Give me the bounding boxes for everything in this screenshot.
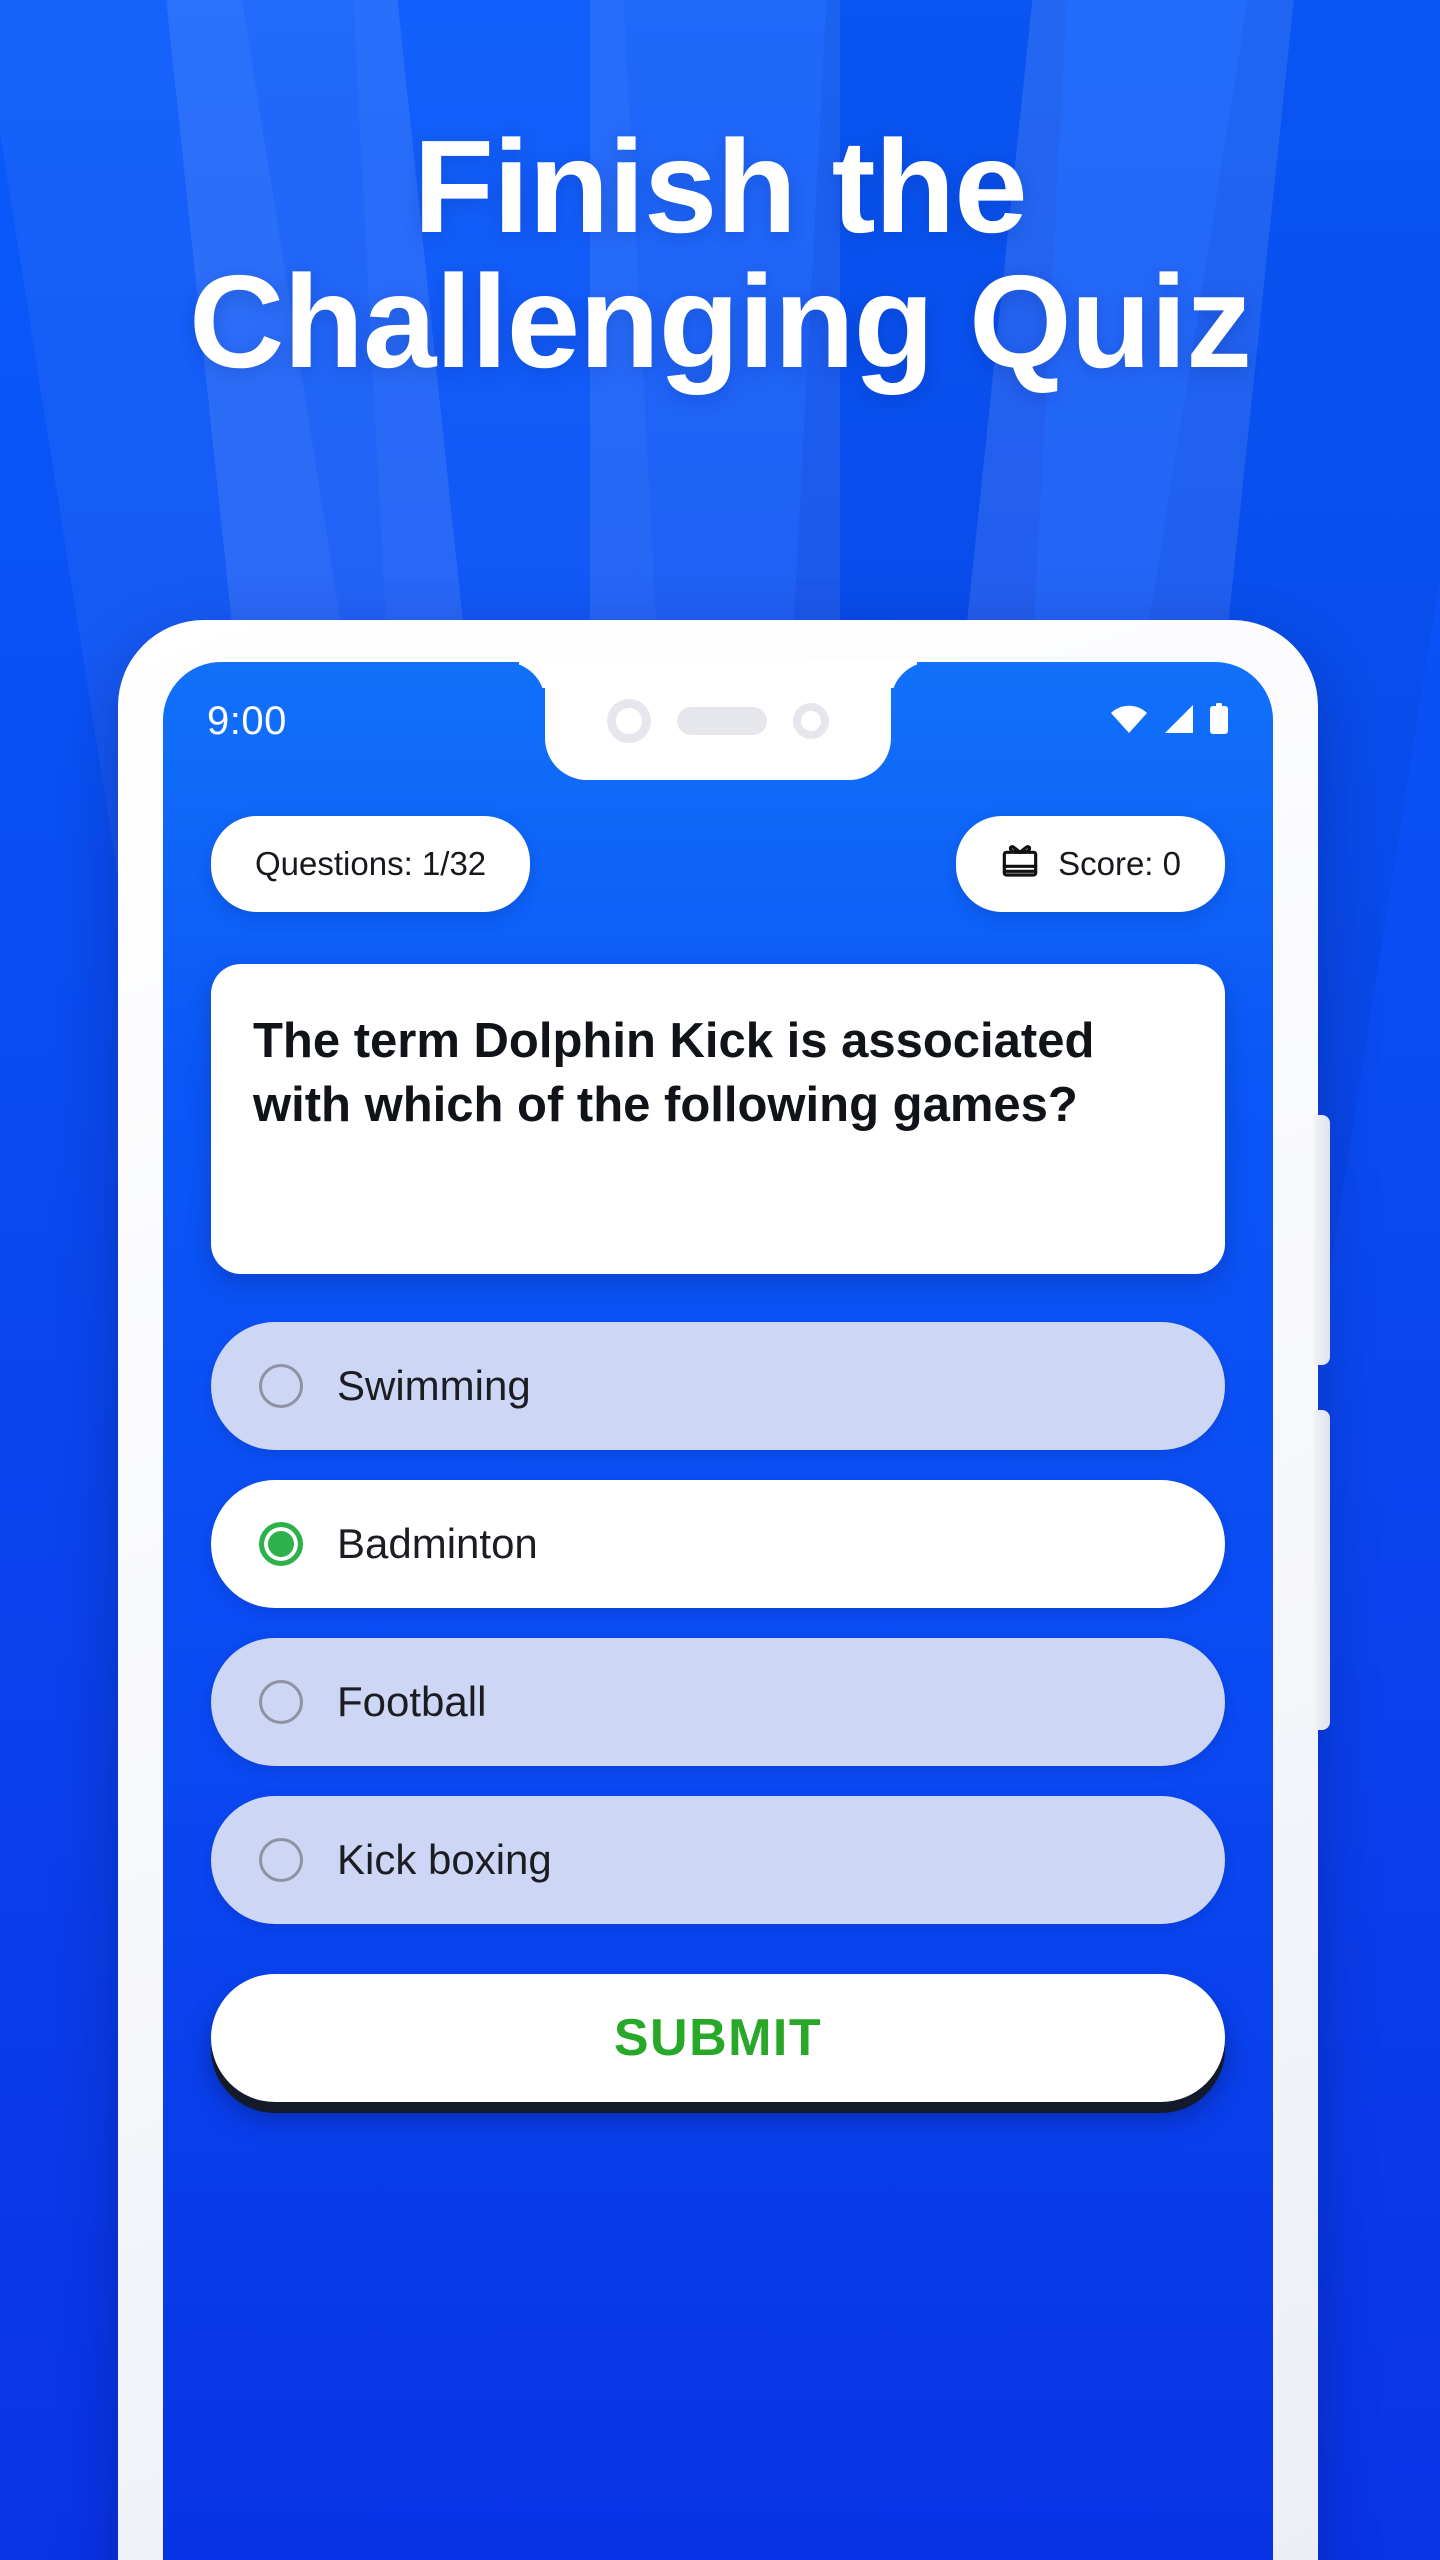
wifi-icon (1109, 704, 1149, 739)
questions-counter-pill: Questions: 1/32 (211, 816, 531, 912)
answer-option-badminton[interactable]: Badminton (211, 1480, 1225, 1608)
radio-selected-icon[interactable] (259, 1522, 303, 1566)
phone-volume-button[interactable] (1314, 1115, 1330, 1365)
answer-option-kick-boxing[interactable]: Kick boxing (211, 1796, 1225, 1924)
answer-option-label: Swimming (337, 1362, 531, 1409)
submit-button[interactable]: SUBMIT (211, 1974, 1225, 2102)
answer-option-label: Football (337, 1678, 487, 1725)
camera-lens-icon (607, 699, 651, 743)
page-title-line-2: Challenging Quiz (189, 247, 1252, 395)
radio-unselected-icon[interactable] (259, 1838, 303, 1882)
earpiece-speaker (677, 707, 767, 735)
score-label: Score: 0 (1058, 845, 1181, 882)
phone-screen: 9:00 Questions: 1/32 Score: 0 The term D… (163, 662, 1273, 2560)
question-card: The term Dolphin Kick is associated with… (211, 964, 1225, 1274)
radio-unselected-icon[interactable] (259, 1364, 303, 1408)
cellular-signal-icon (1163, 704, 1195, 739)
gift-box-icon (1000, 842, 1040, 887)
questions-counter-label: Questions: 1/32 (255, 845, 487, 882)
page-title-line-1: Finish the (413, 113, 1027, 260)
question-text: The term Dolphin Kick is associated with… (253, 1014, 1095, 1132)
answer-option-swimming[interactable]: Swimming (211, 1322, 1225, 1450)
phone-mockup-frame: 9:00 Questions: 1/32 Score: 0 The term D… (118, 620, 1330, 2560)
score-pill: Score: 0 (956, 816, 1225, 912)
answer-option-label: Badminton (337, 1520, 538, 1567)
status-bar-time: 9:00 (207, 698, 287, 743)
page-title: Finish the Challenging Quiz (0, 113, 1440, 395)
phone-notch (545, 662, 891, 780)
answer-option-football[interactable]: Football (211, 1638, 1225, 1766)
phone-power-button[interactable] (1314, 1410, 1330, 1730)
promo-screenshot: Finish the Challenging Quiz 9:00 Questio… (0, 0, 1440, 2560)
status-bar-icons (1109, 702, 1229, 740)
answer-options-list: Swimming Badminton Football Kick boxing (211, 1322, 1225, 1954)
submit-button-label: SUBMIT (613, 2009, 823, 2067)
battery-icon (1209, 702, 1229, 740)
radio-unselected-icon[interactable] (259, 1680, 303, 1724)
camera-lens-icon (793, 703, 829, 739)
quiz-info-row: Questions: 1/32 Score: 0 (163, 816, 1273, 912)
answer-option-label: Kick boxing (337, 1836, 552, 1883)
